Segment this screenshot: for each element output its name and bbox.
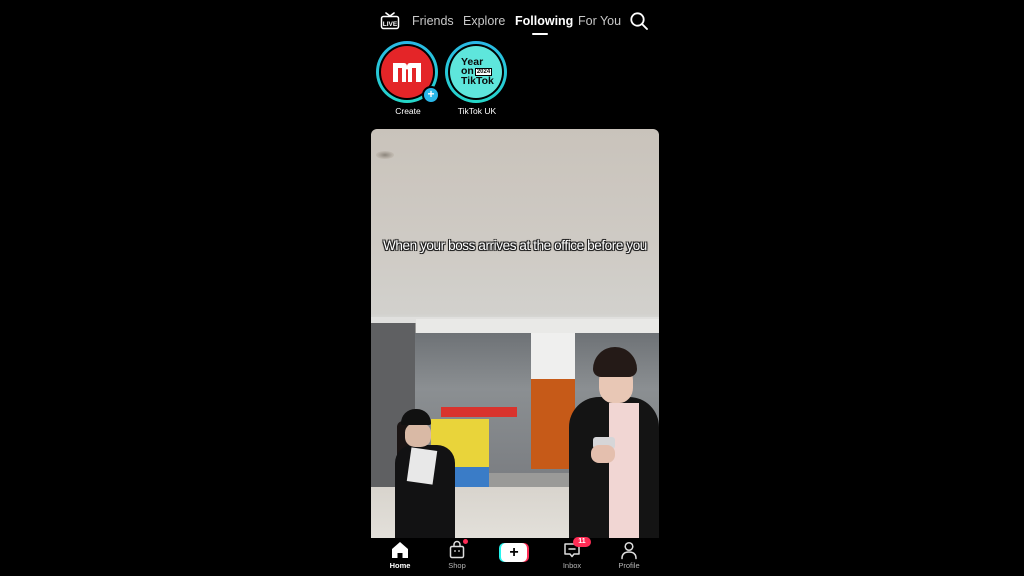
nav-label: Home bbox=[389, 561, 411, 570]
story-create[interactable]: + Create bbox=[376, 41, 440, 116]
top-nav: LIVE Friends Explore Following For You bbox=[370, 0, 660, 40]
nav-label: Inbox bbox=[562, 561, 582, 570]
inbox-count-badge: 11 bbox=[573, 537, 591, 547]
home-icon bbox=[390, 540, 410, 560]
story-tiktok-uk[interactable]: Year on 2024 TikTok TikTok UK bbox=[445, 41, 509, 116]
story-ring: + bbox=[376, 41, 440, 104]
inbox-icon: 11 bbox=[562, 537, 591, 560]
search-icon[interactable] bbox=[629, 11, 649, 31]
video-caption: When your boss arrives at the office bef… bbox=[383, 238, 647, 253]
tab-explore[interactable]: Explore bbox=[463, 14, 505, 28]
active-tab-indicator bbox=[532, 33, 548, 35]
nav-home[interactable]: Home bbox=[378, 540, 422, 570]
story-label: TikTok UK bbox=[457, 106, 497, 116]
story-ring: Year on 2024 TikTok bbox=[445, 41, 507, 103]
tiktok-app: LIVE Friends Explore Following For You +… bbox=[370, 0, 660, 576]
nav-label: Profile bbox=[618, 561, 640, 570]
create-video-button[interactable]: + bbox=[499, 543, 529, 562]
nav-label: Shop bbox=[448, 561, 466, 570]
notification-dot bbox=[463, 539, 468, 544]
svg-text:LIVE: LIVE bbox=[383, 21, 398, 28]
video-player[interactable]: When your boss arrives at the office bef… bbox=[371, 129, 659, 539]
profile-icon bbox=[619, 540, 639, 560]
add-story-plus-icon[interactable]: + bbox=[422, 86, 440, 104]
tab-for-you[interactable]: For You bbox=[578, 14, 621, 28]
m-logo-icon bbox=[393, 63, 421, 82]
shop-bag-icon bbox=[447, 539, 468, 560]
video-scene bbox=[371, 317, 659, 539]
story-label: Create bbox=[395, 106, 421, 116]
create-plus-icon: + bbox=[501, 543, 527, 562]
nav-shop[interactable]: Shop bbox=[435, 539, 479, 570]
nav-profile[interactable]: Profile bbox=[607, 540, 651, 570]
video-frame-detail bbox=[376, 151, 394, 159]
live-icon[interactable]: LIVE bbox=[380, 12, 400, 30]
bottom-nav: Home Shop + 11 Inbox Profile bbox=[370, 537, 660, 576]
tab-friends[interactable]: Friends bbox=[412, 14, 454, 28]
nav-inbox[interactable]: 11 Inbox bbox=[550, 537, 594, 570]
avatar-text-tiktok: TikTok bbox=[461, 74, 494, 87]
year-on-tiktok-avatar: Year on 2024 TikTok bbox=[450, 46, 502, 98]
tab-following[interactable]: Following bbox=[515, 14, 573, 28]
